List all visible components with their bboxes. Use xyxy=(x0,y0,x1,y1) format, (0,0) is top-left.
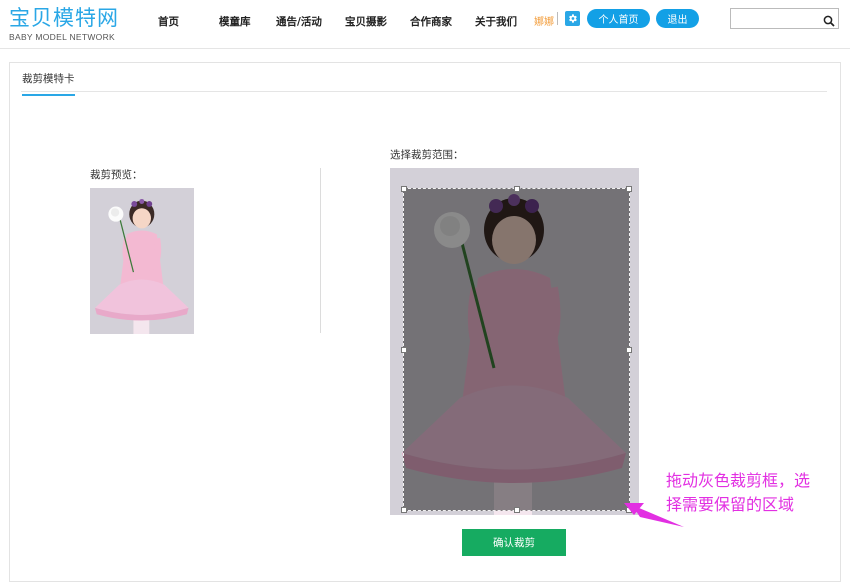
personal-home-button[interactable]: 个人首页 xyxy=(587,9,650,28)
nav-announcements[interactable]: 通告/活动 xyxy=(276,14,322,29)
site-header: 宝贝模特网 BABY MODEL NETWORK 首页 模童库 通告/活动 宝贝… xyxy=(0,0,850,49)
crop-selection-box[interactable] xyxy=(401,186,632,513)
user-separator xyxy=(557,12,558,25)
logout-button[interactable]: 退出 xyxy=(656,9,699,28)
nav-model-library[interactable]: 模童库 xyxy=(219,14,251,29)
crop-handle-n[interactable] xyxy=(514,186,520,192)
site-logo[interactable]: 宝贝模特网 BABY MODEL NETWORK xyxy=(9,6,119,42)
logo-en: BABY MODEL NETWORK xyxy=(9,32,116,42)
username-link[interactable]: 娜娜 xyxy=(534,13,554,28)
crop-hint-line1: 拖动灰色裁剪框，选 xyxy=(666,471,811,490)
nav-home[interactable]: 首页 xyxy=(158,14,179,29)
crop-handle-e[interactable] xyxy=(626,347,632,353)
logo-cn: 宝贝模特网 xyxy=(9,6,119,30)
crop-range-label: 选择裁剪范围： xyxy=(390,149,464,161)
confirm-crop-button[interactable]: 确认裁剪 xyxy=(462,529,566,556)
search-input[interactable] xyxy=(734,12,826,31)
preview-label: 裁剪预览： xyxy=(90,169,143,181)
search-box xyxy=(730,8,839,31)
crop-handle-w[interactable] xyxy=(401,347,407,353)
tab-crop-model-card[interactable]: 裁剪模特卡 xyxy=(22,71,75,96)
crop-handle-s[interactable] xyxy=(514,507,520,513)
search-icon[interactable] xyxy=(823,12,835,31)
crop-handle-ne[interactable] xyxy=(626,186,632,192)
tab-divider xyxy=(21,91,827,92)
gear-icon[interactable] xyxy=(565,11,580,26)
crop-hint-text: 拖动灰色裁剪框，选 择需要保留的区域 xyxy=(666,469,841,517)
nav-about[interactable]: 关于我们 xyxy=(475,14,517,29)
crop-hint-line2: 择需要保留的区域 xyxy=(666,495,795,514)
crop-preview-image xyxy=(90,188,194,334)
crop-source-image xyxy=(390,168,639,515)
nav-photography[interactable]: 宝贝摄影 xyxy=(345,14,387,29)
nav-partners[interactable]: 合作商家 xyxy=(410,14,452,29)
crop-handle-sw[interactable] xyxy=(401,507,407,513)
vertical-divider xyxy=(320,168,321,333)
crop-handle-nw[interactable] xyxy=(401,186,407,192)
